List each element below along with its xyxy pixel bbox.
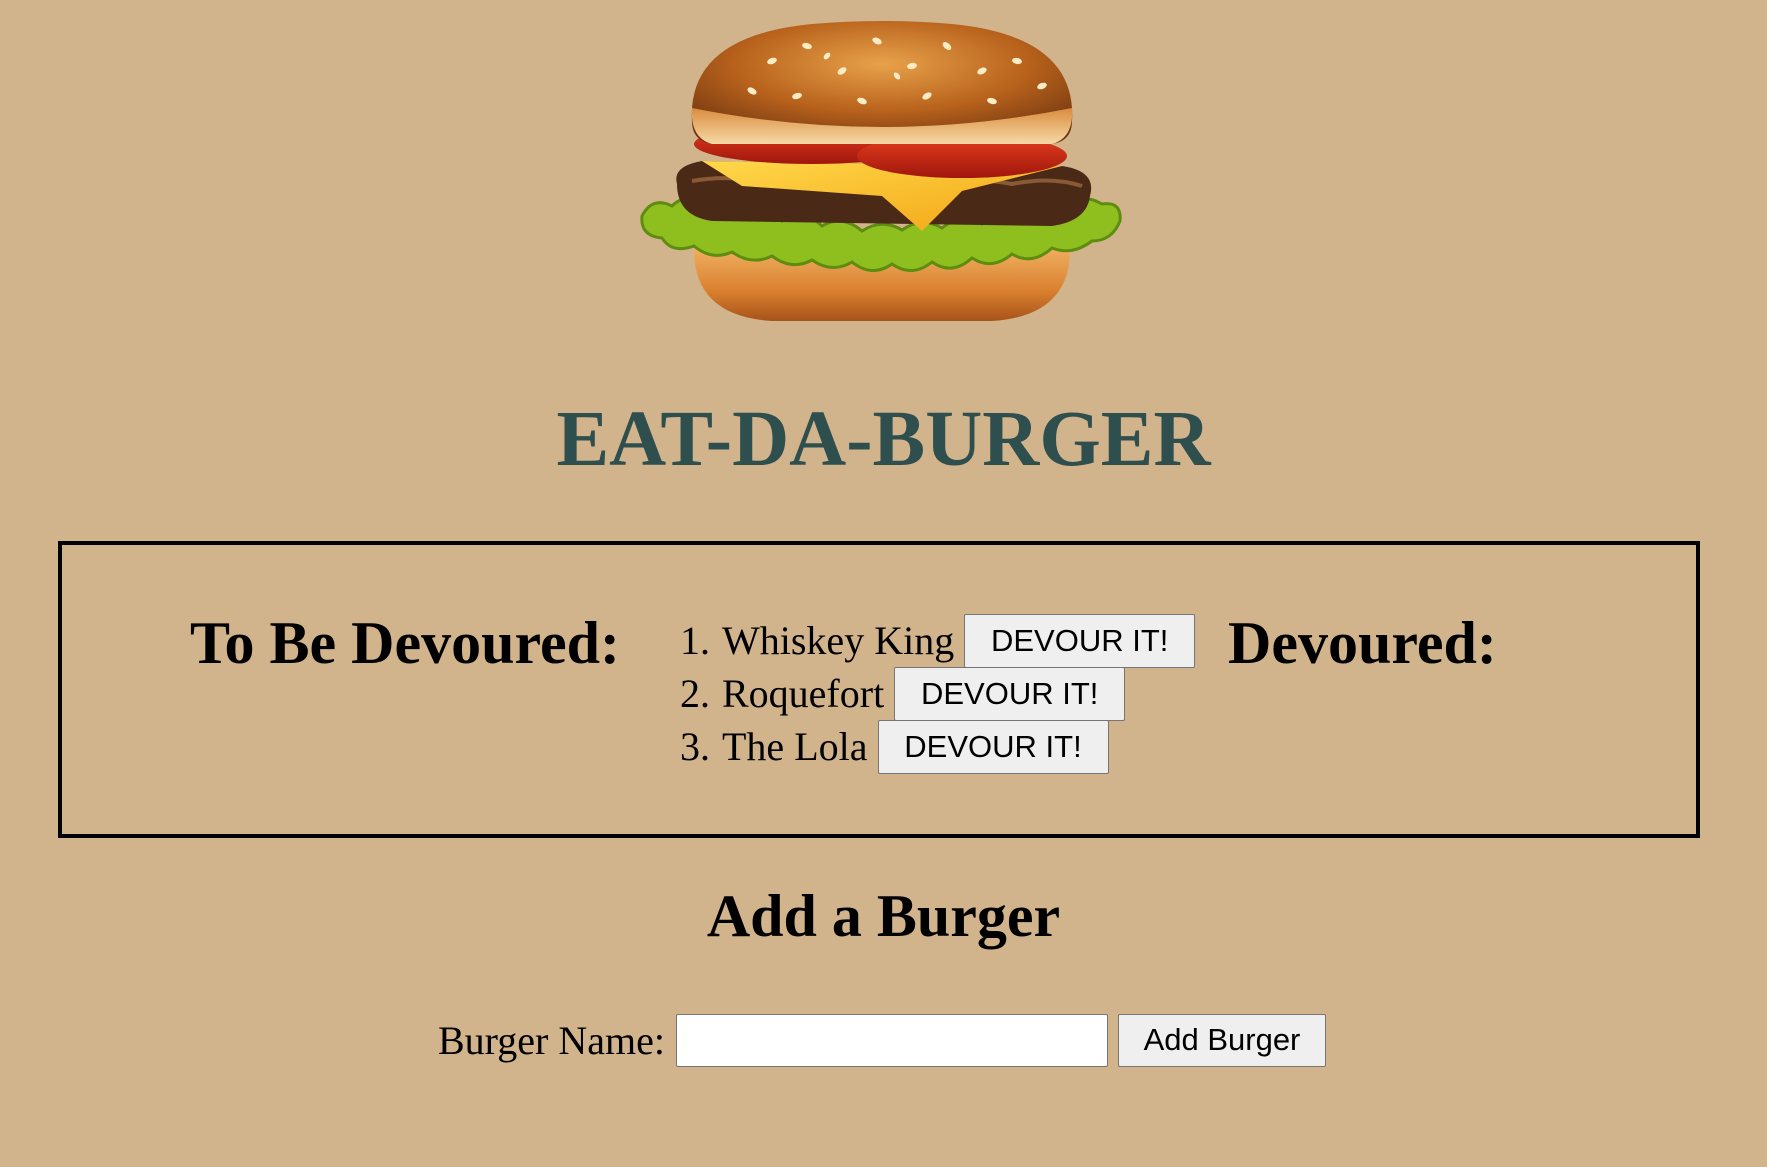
page: EAT-DA-BURGER To Be Devoured: 1. Whiskey… [0, 0, 1767, 1167]
add-burger-heading: Add a Burger [706, 883, 1061, 949]
page-title: EAT-DA-BURGER [556, 396, 1211, 483]
devour-button[interactable]: DEVOUR IT! [877, 719, 1109, 774]
list-item: 1. Whiskey King DEVOUR IT! [680, 613, 1196, 668]
devour-button[interactable]: DEVOUR IT! [894, 666, 1126, 721]
list-item-number: 2. [680, 671, 710, 716]
list-item-number: 1. [680, 618, 710, 663]
devour-button[interactable]: DEVOUR IT! [964, 613, 1196, 668]
list-item-number: 3. [680, 724, 710, 769]
list-item: 2. Roquefort DEVOUR IT! [680, 666, 1195, 721]
hamburger-icon [640, 21, 1122, 321]
to-be-devoured-list: 1. Whiskey King DEVOUR IT! 2. Roquefort … [680, 613, 1196, 774]
burger-name-label: Burger Name: [438, 1017, 665, 1063]
devoured-heading: Devoured: [1228, 610, 1497, 676]
burger-name: The Lola [722, 724, 868, 769]
add-burger-button[interactable]: Add Burger [1117, 1013, 1326, 1067]
to-be-devoured-heading: To Be Devoured: [190, 610, 621, 676]
list-item: 3. The Lola DEVOUR IT! [680, 719, 1195, 774]
burger-name: Whiskey King [722, 618, 955, 663]
burger-name: Roquefort [722, 671, 885, 716]
add-burger-form: Burger Name: Add Burger [438, 1013, 1326, 1067]
burger-name-input[interactable] [675, 1013, 1108, 1067]
